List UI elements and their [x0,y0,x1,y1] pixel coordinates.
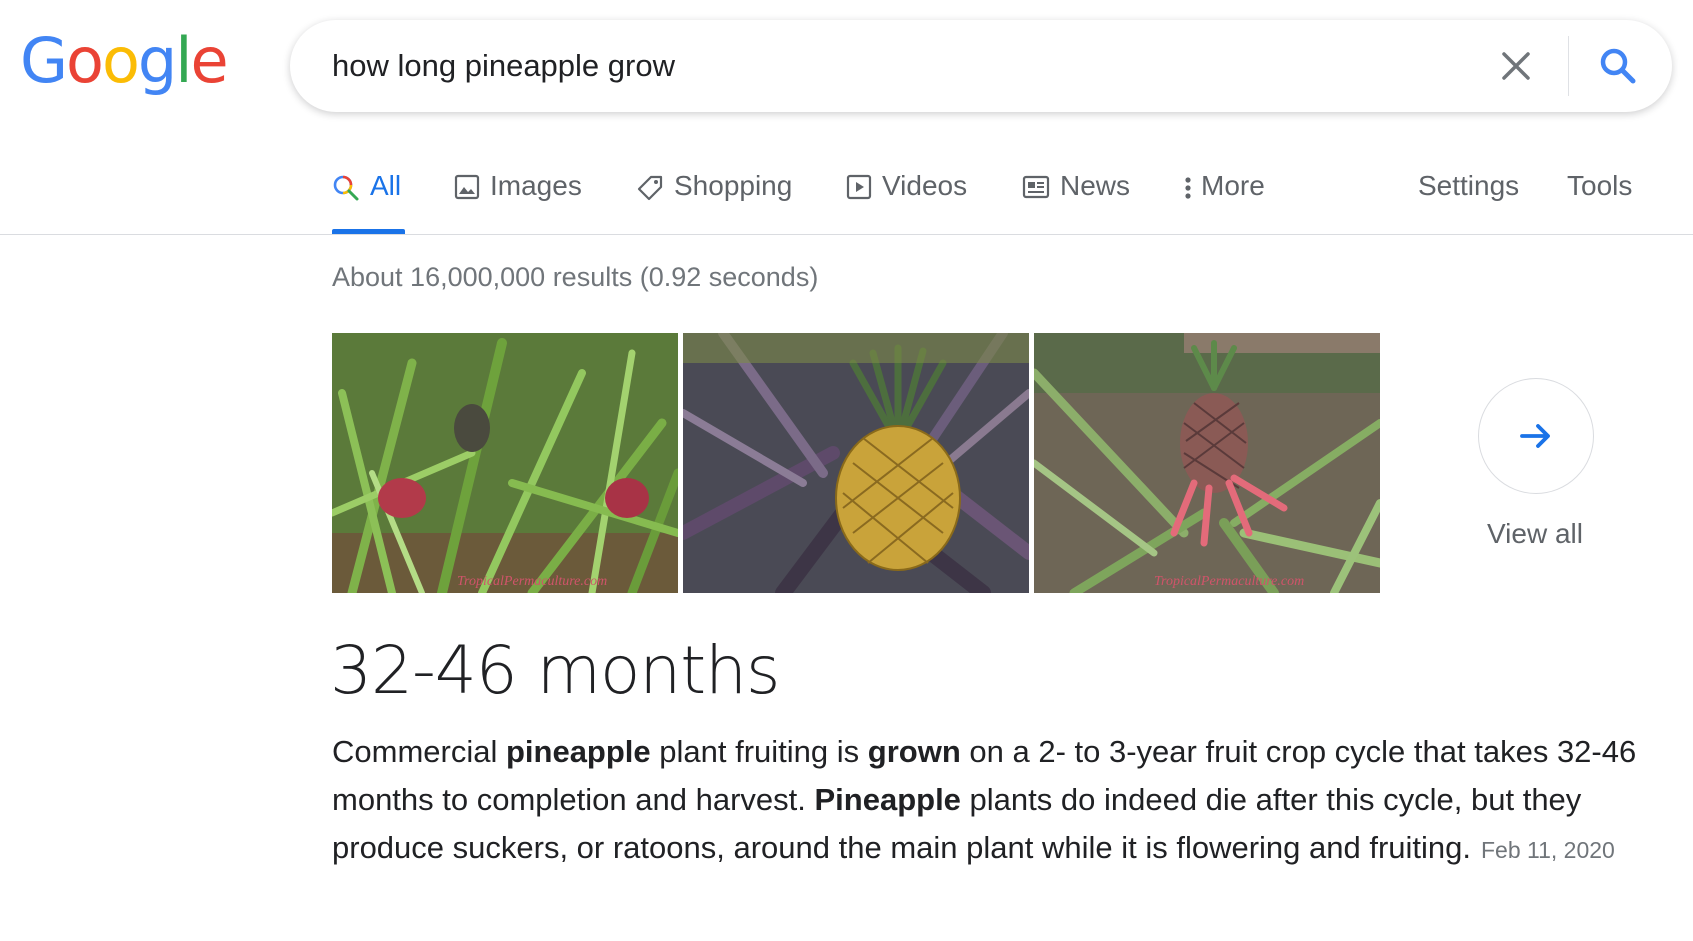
logo-letter: o [101,24,140,97]
featured-snippet: Commercial pineapple plant fruiting is g… [332,728,1672,874]
tab-label: Videos [882,170,968,201]
search-box [290,20,1672,112]
logo-letter: l [175,24,192,97]
tab-all[interactable]: All [332,170,405,234]
featured-answer: 32-46 months [330,632,780,709]
young-pineapple-image: TropicalPermaculture.com [1034,333,1380,593]
tab-label: News [1060,170,1131,201]
logo-letter: G [20,24,68,97]
snippet-text: plant fruiting is [650,734,868,769]
active-tab-indicator [332,229,405,234]
google-logo[interactable]: Google [20,24,229,97]
image-carousel: TropicalPermaculture.com TropicalPermacu… [332,333,1385,593]
newspaper-icon [1022,175,1050,199]
image-thumbnail[interactable] [683,333,1029,593]
logo-letter: e [190,24,229,97]
tab-shopping[interactable]: Shopping [636,170,792,234]
logo-letter: o [66,24,104,97]
tab-more[interactable]: More [1183,170,1265,234]
view-all-button[interactable] [1478,378,1594,494]
search-tabs: All Images Shopping Videos News More Set… [0,150,1693,235]
pineapple-fruit-image [683,333,1029,593]
image-thumbnail[interactable]: TropicalPermaculture.com [1034,333,1380,593]
tab-videos[interactable]: Videos [846,170,967,234]
view-all-link[interactable]: View all [1450,518,1620,550]
snippet-date: Feb 11, 2020 [1481,837,1615,863]
arrow-right-icon [1520,424,1550,448]
snippet-text: Commercial [332,734,506,769]
search-button[interactable] [1592,40,1644,92]
watermark: TropicalPermaculture.com [1154,574,1304,589]
pineapple-plant-image: TropicalPermaculture.com [332,333,678,593]
search-icon [1600,48,1636,84]
image-thumbnail[interactable]: TropicalPermaculture.com [332,333,678,593]
search-input[interactable] [332,44,1332,88]
snippet-highlight: grown [867,734,961,769]
tab-images[interactable]: Images [454,170,582,234]
snippet-highlight: Pineapple [814,782,961,817]
tab-label: Shopping [674,170,793,201]
tab-label: More [1201,170,1265,201]
logo-letter: g [137,24,177,97]
clear-search-button[interactable] [1492,42,1540,90]
search-icon [333,175,359,201]
tab-label: Images [490,170,582,201]
settings-link[interactable]: Settings [1418,170,1519,234]
tab-label: All [370,170,402,201]
snippet-highlight: pineapple [505,734,651,769]
close-icon [1502,52,1530,80]
more-vert-icon [1185,177,1191,199]
result-stats: About 16,000,000 results (0.92 seconds) [332,262,819,292]
watermark: TropicalPermaculture.com [457,574,607,589]
tab-label: Tools [1567,170,1633,201]
tab-news[interactable]: News [1022,170,1130,234]
play-icon [846,174,872,200]
tag-icon [637,175,663,201]
tab-label: Settings [1418,170,1520,201]
search-divider [1568,36,1569,96]
tools-link[interactable]: Tools [1567,170,1632,234]
image-icon [454,174,480,200]
